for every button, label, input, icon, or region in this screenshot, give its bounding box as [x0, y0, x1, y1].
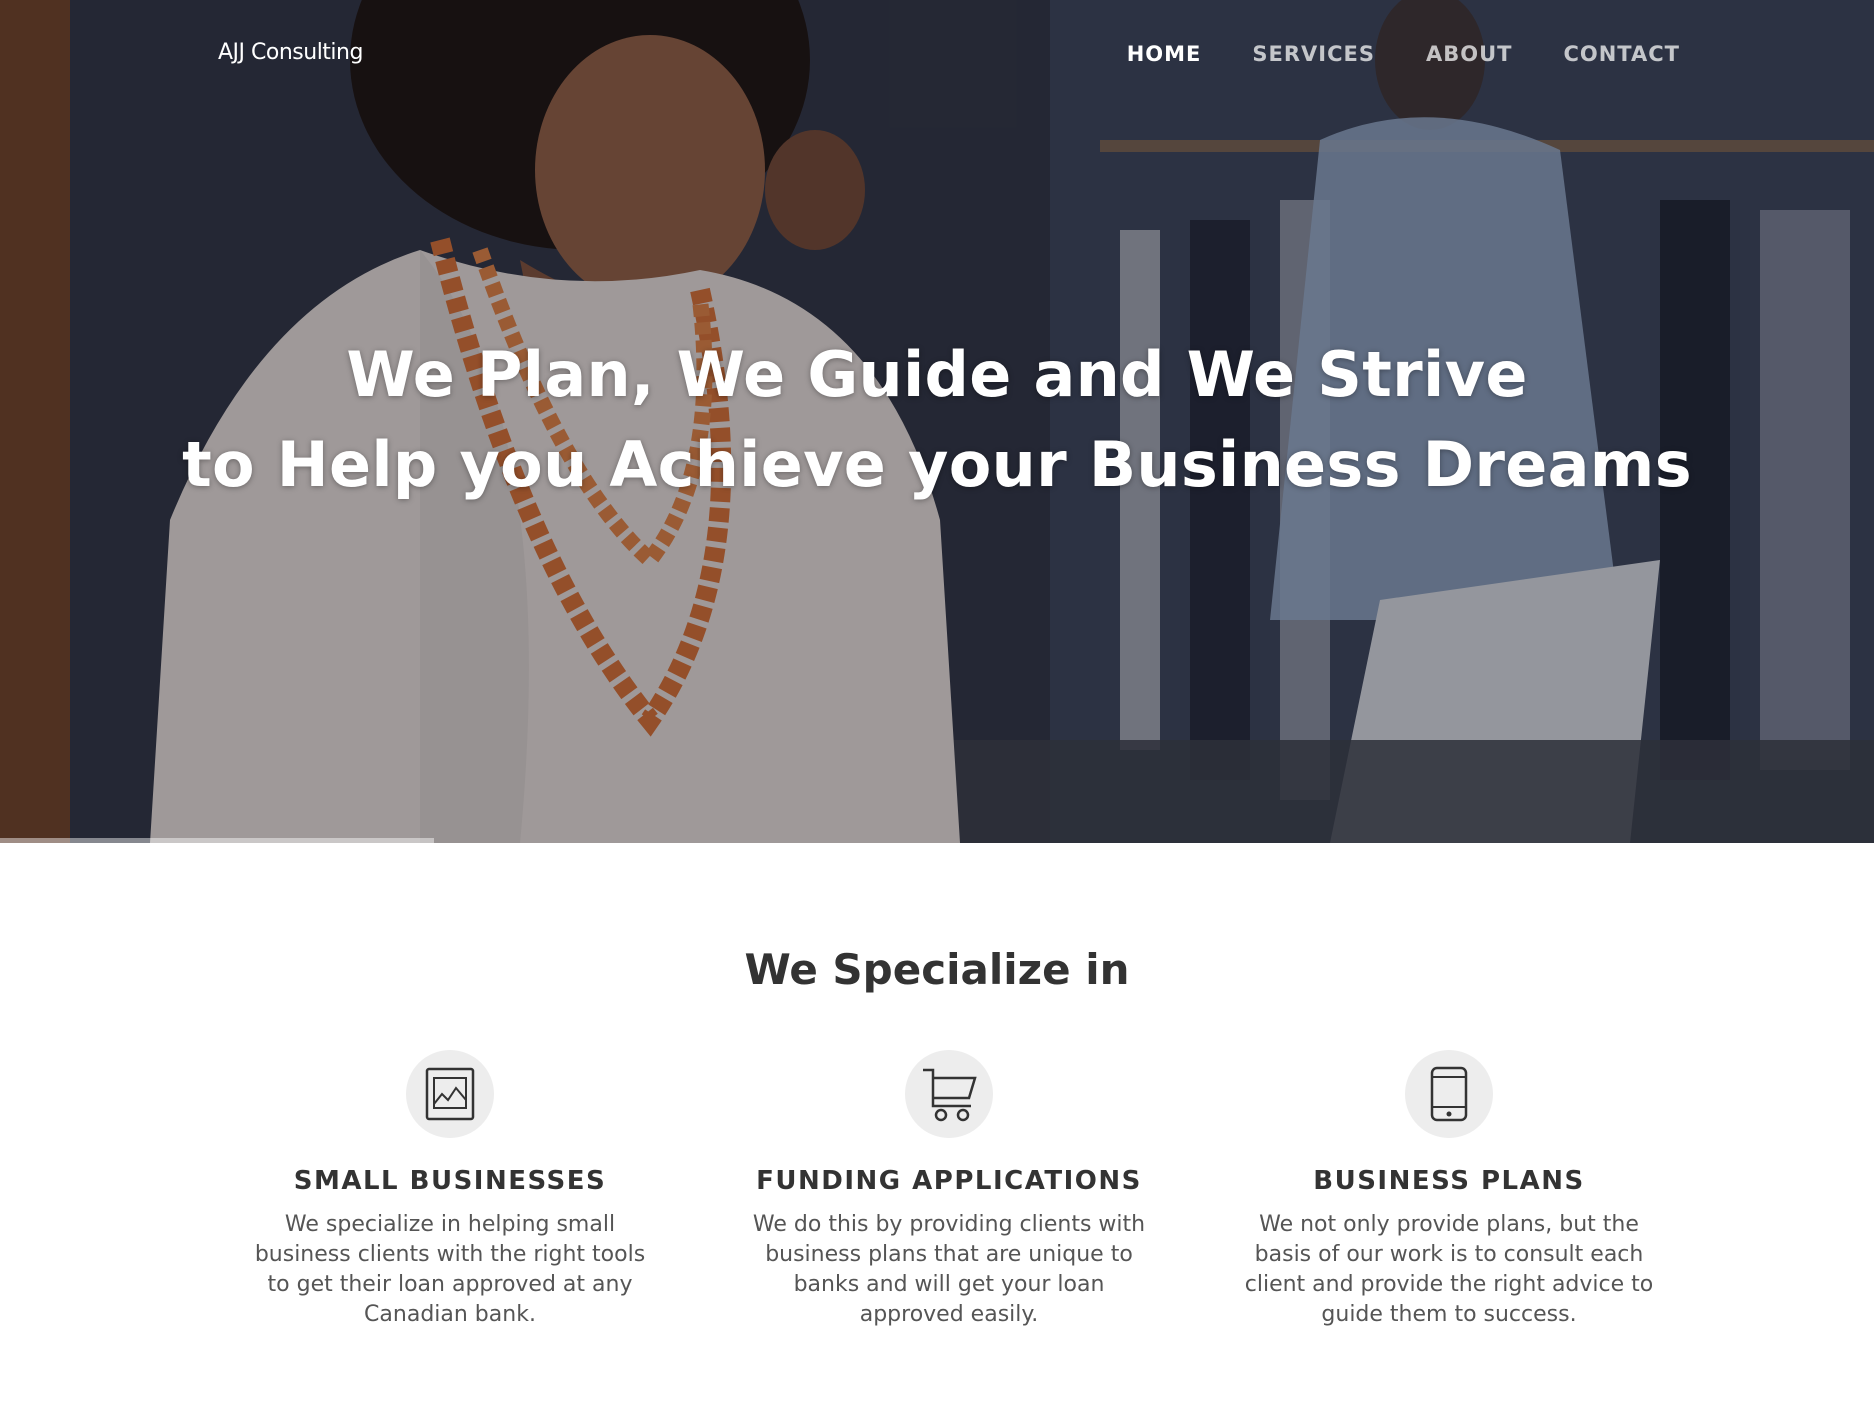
mobile-phone-icon [1430, 1066, 1468, 1122]
icon-circle [1405, 1050, 1493, 1138]
shopping-cart-icon [923, 1068, 977, 1122]
hero-heading-line-2: to Help you Achieve your Business Dreams [182, 428, 1692, 501]
service-card-funding-applications: FUNDING APPLICATIONS We do this by provi… [729, 1050, 1169, 1330]
hero-progress-strip [0, 838, 434, 843]
top-navigation-bar: AJJ Consulting HOME SERVICES ABOUT CONTA… [0, 0, 1874, 110]
services-cards: SMALL BUSINESSES We specialize in helpin… [0, 1050, 1874, 1350]
nav-services[interactable]: SERVICES [1252, 42, 1375, 66]
main-nav: HOME SERVICES ABOUT CONTACT [1127, 42, 1680, 66]
nav-about[interactable]: ABOUT [1426, 42, 1513, 66]
service-description: We not only provide plans, but the basis… [1244, 1212, 1654, 1327]
services-heading: We Specialize in [744, 945, 1130, 994]
nav-contact[interactable]: CONTACT [1563, 42, 1680, 66]
icon-circle [905, 1050, 993, 1138]
service-title: SMALL BUSINESSES [293, 1166, 607, 1196]
service-title: FUNDING APPLICATIONS [756, 1166, 1142, 1196]
picture-frame-icon [425, 1067, 475, 1121]
service-card-business-plans: BUSINESS PLANS We not only provide plans… [1229, 1050, 1669, 1330]
nav-home[interactable]: HOME [1127, 42, 1202, 66]
hero-section: AJJ Consulting HOME SERVICES ABOUT CONTA… [0, 0, 1874, 843]
brand-logo[interactable]: AJJ Consulting [218, 40, 363, 65]
hero-heading: We Plan, We Guide and We Strive to Help … [0, 330, 1874, 510]
hero-heading-line-1: We Plan, We Guide and We Strive [346, 338, 1528, 411]
service-card-small-businesses: SMALL BUSINESSES We specialize in helpin… [230, 1050, 670, 1330]
icon-circle [406, 1050, 494, 1138]
service-description: We do this by providing clients with bus… [752, 1212, 1146, 1327]
service-description: We specialize in helping small business … [254, 1212, 646, 1327]
service-title: BUSINESS PLANS [1313, 1166, 1585, 1196]
